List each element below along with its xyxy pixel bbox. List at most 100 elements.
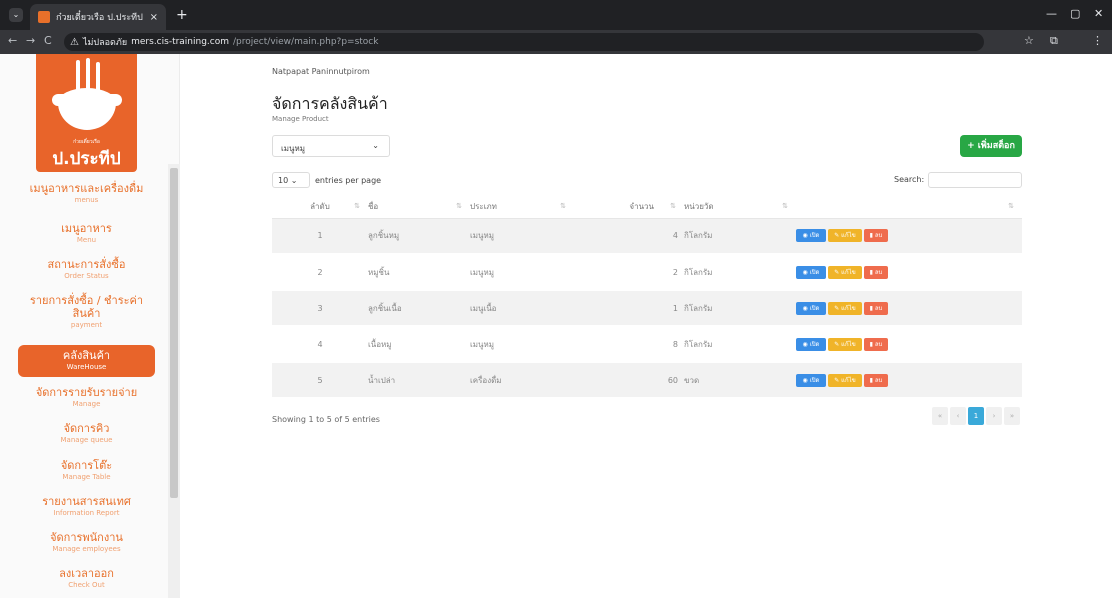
bookmark-star-icon[interactable]: ☆ [1024,34,1034,47]
search-input[interactable] [928,172,1022,188]
stock-table: ลำดับ ⇅ ชื่อ ⇅ ประเภท ⇅ จำนวน ⇅ หน่วยวัด ⇅ ⇅ … [272,196,1022,399]
forward-button[interactable]: → [26,34,35,47]
cell-actions: ◉ เปิด ✎ แก้ไข ▮ ลบ [796,362,1022,399]
open-button[interactable]: ◉ เปิด [796,373,826,387]
sidebar: ก๋วยเตี๋ยวเรือ ป.ประทีป เมนูอาหารและเครื… [0,54,180,598]
browser-menu-icon[interactable]: ⋮ [1092,34,1103,47]
sort-icon: ⇅ [354,202,360,210]
cell-type: เมนูหมู [470,218,574,255]
column-header-unit[interactable]: หน่วยวัด ⇅ [684,196,796,219]
cell-unit: กิโลกรัม [684,290,796,327]
delete-button[interactable]: ▮ ลบ [864,337,888,351]
table-row: 4 เนื้อหมู เมนูหมู 8 กิโลกรัม ◉ เปิด ✎ แ… [272,326,1022,363]
favicon-icon [38,11,50,23]
entries-select[interactable]: 10 ⌄ [272,172,310,188]
sidebar-item-label: สถานะการสั่งซื้อ [47,258,126,271]
sort-icon: ⇅ [456,202,462,210]
cell-qty: 60 [574,362,684,399]
open-button[interactable]: ◉ เปิด [796,301,826,315]
sidebar-scrollbar-thumb[interactable] [170,168,178,498]
edit-button[interactable]: ✎ แก้ไข [828,229,862,243]
open-button[interactable]: ◉ เปิด [796,337,826,351]
delete-button[interactable]: ▮ ลบ [864,229,888,243]
cell-unit: กิโลกรัม [684,254,796,291]
edit-button[interactable]: ✎ แก้ไข [828,265,862,279]
sidebar-item-menu[interactable]: เมนูอาหาร Menu [18,222,155,245]
edit-button[interactable]: ✎ แก้ไข [828,301,862,315]
category-select[interactable]: เมนูหมู ⌄ [272,135,390,157]
entries-label: entries per page [315,175,382,185]
cell-no: 2 [272,254,368,291]
sort-icon: ⇅ [1008,202,1014,210]
warning-icon: ⚠ [70,36,79,48]
column-header-actions[interactable]: ⇅ [796,196,1022,219]
column-header-no[interactable]: ลำดับ ⇅ [272,196,368,219]
last-page-button[interactable]: » [1004,407,1020,425]
next-page-button[interactable]: › [986,407,1002,425]
open-button[interactable]: ◉ เปิด [796,229,826,243]
sidebar-item-manage-queue[interactable]: จัดการคิว Manage queue [18,422,155,445]
add-stock-button[interactable]: + เพิ่มสต็อก [960,135,1022,157]
sidebar-item-sublabel: Manage queue [60,436,113,444]
cell-no: 3 [272,290,368,327]
address-bar: ← → C ⚠ ไม่ปลอดภัย mers.cis-training.com… [0,30,1112,54]
minimize-button[interactable]: — [1046,7,1057,20]
sidebar-item-sublabel: Order Status [64,272,109,280]
extensions-icon[interactable]: ⧉ [1050,34,1058,48]
edit-button[interactable]: ✎ แก้ไข [828,337,862,351]
open-button[interactable]: ◉ เปิด [796,265,826,279]
table-row: 5 น้ำเปล่า เครื่องดื่ม 60 ขวด ◉ เปิด ✎ แ… [272,362,1022,399]
first-page-button[interactable]: « [932,407,948,425]
cell-unit: กิโลกรัม [684,326,796,363]
delete-button[interactable]: ▮ ลบ [864,265,888,279]
cell-actions: ◉ เปิด ✎ แก้ไข ▮ ลบ [796,218,1022,255]
close-window-button[interactable]: ✕ [1094,7,1103,20]
prev-page-button[interactable]: ‹ [950,407,966,425]
url-input[interactable]: ⚠ ไม่ปลอดภัย mers.cis-training.com/proje… [64,33,984,51]
category-select-value: เมนูหมู [281,144,306,153]
delete-button[interactable]: ▮ ลบ [864,373,888,387]
pagination: « ‹ 1 › » [932,407,1020,425]
sidebar-item-manage-table[interactable]: จัดการโต๊ะ Manage Table [18,459,155,482]
tab-search-button[interactable]: ⌄ [9,8,23,22]
sidebar-item-sublabel: Manage Table [62,473,111,481]
sidebar-item-menus[interactable]: เมนูอาหารและเครื่องดื่ม menus [18,182,155,205]
tab-close-icon[interactable]: × [150,12,158,23]
sidebar-item-manage-employees[interactable]: จัดการพนักงาน Manage employees [18,531,155,554]
chevron-down-icon: ⌄ [290,176,298,185]
cell-name: น้ำเปล่า [368,362,470,399]
cell-name: หมูชิ้น [368,254,470,291]
new-tab-button[interactable]: + [176,7,188,23]
back-button[interactable]: ← [8,34,17,47]
table-row: 2 หมูชิ้น เมนูหมู 2 กิโลกรัม ◉ เปิด ✎ แก… [272,254,1022,291]
sidebar-item-label: จัดการรายรับรายจ่าย [35,386,138,399]
column-header-name[interactable]: ชื่อ ⇅ [368,196,470,219]
browser-tab[interactable]: ก๋วยเตี๋ยวเรือ ป.ประทีป สาขาวัดแพนอง × [30,4,166,30]
cell-qty: 2 [574,254,684,291]
cell-actions: ◉ เปิด ✎ แก้ไข ▮ ลบ [796,326,1022,363]
tab-title: ก๋วยเตี๋ยวเรือ ป.ประทีป สาขาวัดแพนอง [56,13,144,23]
column-header-qty[interactable]: จำนวน ⇅ [574,196,684,219]
edit-button[interactable]: ✎ แก้ไข [828,373,862,387]
cell-type: เมนูหมู [470,254,574,291]
cell-no: 5 [272,362,368,399]
sidebar-item-information-report[interactable]: รายงานสารสนเทศ Information Report [18,495,155,518]
cell-actions: ◉ เปิด ✎ แก้ไข ▮ ลบ [796,290,1022,327]
cell-qty: 8 [574,326,684,363]
sidebar-item-manage[interactable]: จัดการรายรับรายจ่าย Manage [18,386,155,409]
sidebar-item-order-status[interactable]: สถานะการสั่งซื้อ Order Status [18,258,155,281]
url-host: mers.cis-training.com [131,37,230,47]
page-title: จัดการคลังสินค้า [272,94,388,113]
table-header-row: ลำดับ ⇅ ชื่อ ⇅ ประเภท ⇅ จำนวน ⇅ หน่วยวัด ⇅ ⇅ [272,196,1022,219]
cell-qty: 1 [574,290,684,327]
reload-button[interactable]: C [44,34,52,47]
column-header-type[interactable]: ประเภท ⇅ [470,196,574,219]
delete-button[interactable]: ▮ ลบ [864,301,888,315]
sidebar-item-warehouse[interactable]: คลังสินค้า WareHouse [18,345,155,377]
chevron-down-icon: ⌄ [372,141,379,150]
maximize-button[interactable]: ▢ [1070,7,1080,20]
cell-type: เครื่องดื่ม [470,362,574,399]
sidebar-item-payment[interactable]: รายการสั่งซื้อ / ชำระค่า สินค้า payment [18,294,155,330]
page-1-button[interactable]: 1 [968,407,984,425]
sidebar-item-check-out[interactable]: ลงเวลาออก Check Out [18,567,155,590]
